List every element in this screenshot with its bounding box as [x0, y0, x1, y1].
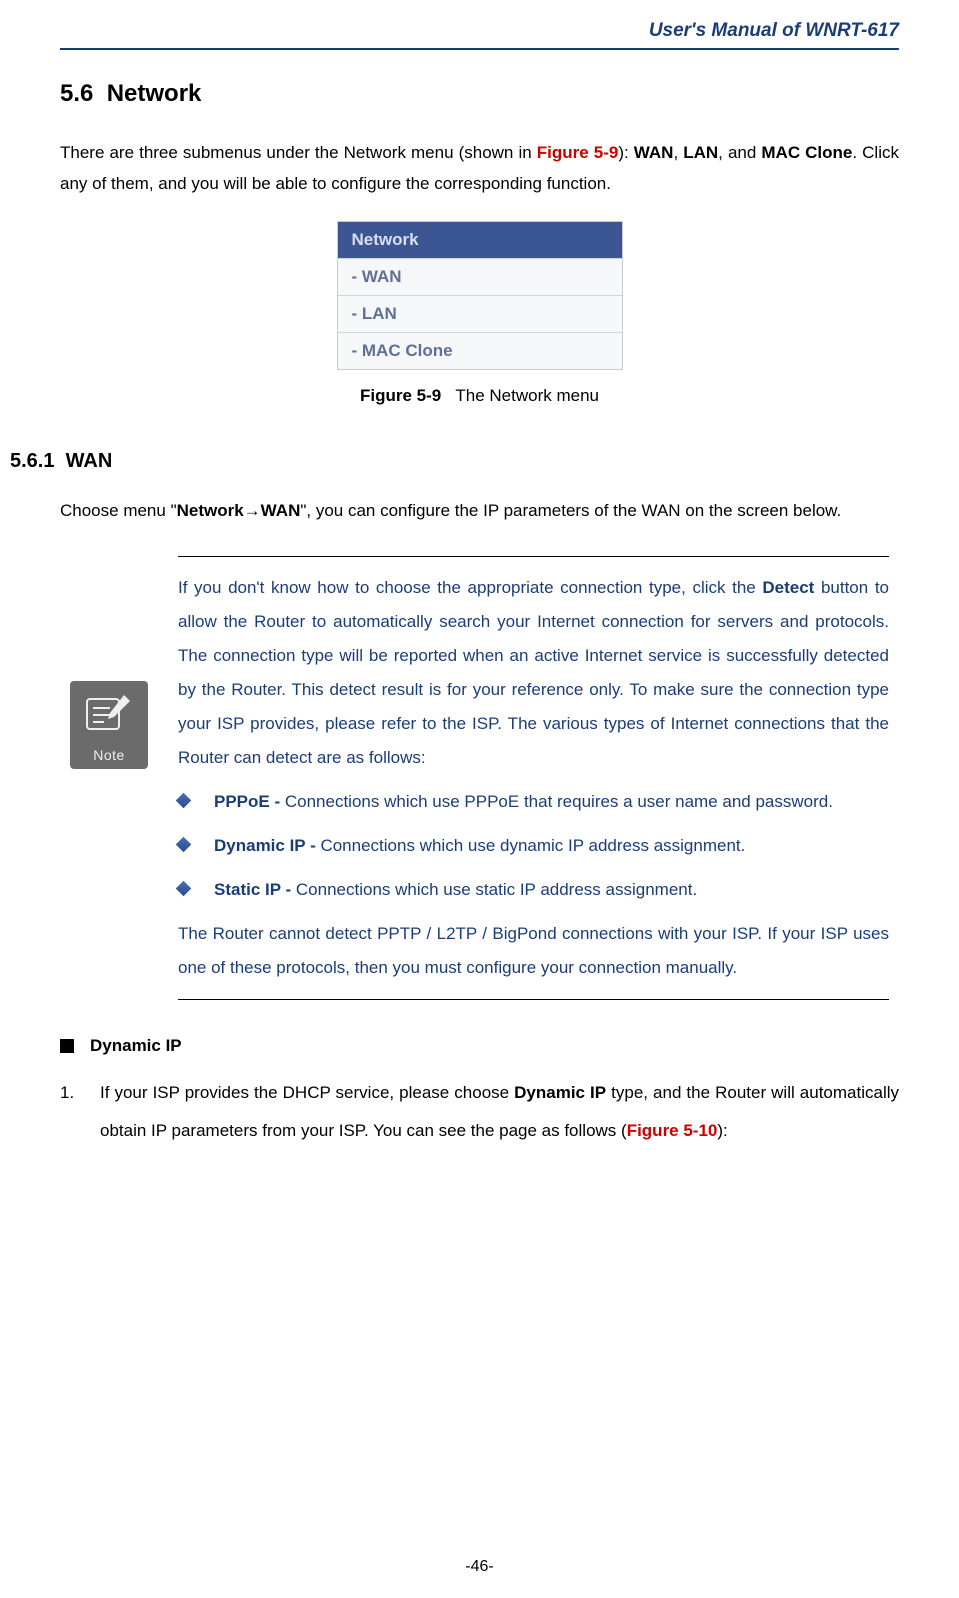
- bullet-body: Connections which use PPPoE that require…: [285, 792, 833, 811]
- term-lan: LAN: [683, 143, 718, 162]
- note-icon: Note: [70, 681, 148, 769]
- note-label: Note: [93, 747, 125, 763]
- note-paragraph-2: The Router cannot detect PPTP / L2TP / B…: [178, 917, 889, 985]
- subsection-intro: Choose menu "Network→WAN", you can confi…: [60, 491, 899, 530]
- detect-button-name: Detect: [762, 578, 814, 597]
- section-title: Network: [107, 80, 202, 107]
- note-text-span: button to allow the Router to automatica…: [178, 578, 889, 767]
- figure-desc: The Network menu: [455, 386, 599, 405]
- term-mac-clone: MAC Clone: [761, 143, 852, 162]
- list-item-1: If your ISP provides the DHCP service, p…: [60, 1074, 899, 1149]
- page-number: -46-: [0, 1558, 959, 1576]
- figure-5-9: Network - WAN - LAN - MAC Clone Figure 5…: [60, 221, 899, 406]
- bullet-title: PPPoE -: [214, 792, 285, 811]
- intro-text: , and: [718, 143, 761, 162]
- bullet-body: Connections which use static IP address …: [296, 880, 697, 899]
- bullet-static-ip: Static IP - Connections which use static…: [178, 873, 889, 907]
- note-paragraph-1: If you don't know how to choose the appr…: [178, 571, 889, 775]
- intro-text: ):: [618, 143, 633, 162]
- menu-header: Network: [338, 222, 622, 258]
- sub-intro-text: ", you can configure the IP parameters o…: [300, 501, 841, 520]
- li-text: If your ISP provides the DHCP service, p…: [100, 1083, 514, 1102]
- figure-caption: Figure 5-9 The Network menu: [60, 386, 899, 406]
- dynamic-ip-heading: Dynamic IP: [60, 1036, 899, 1056]
- note-rule-bottom: [178, 999, 889, 1000]
- note-block: Note If you don't know how to choose the…: [70, 556, 889, 1000]
- note-content: If you don't know how to choose the appr…: [178, 571, 889, 985]
- figure-ref-5-10: Figure 5-10: [627, 1121, 718, 1140]
- menu-item-wan: - WAN: [338, 258, 622, 295]
- numbered-list: If your ISP provides the DHCP service, p…: [60, 1074, 899, 1149]
- notepad-pencil-icon: [84, 693, 132, 735]
- running-header: User's Manual of WNRT-617: [60, 20, 899, 50]
- bullet-body: Connections which use dynamic IP address…: [320, 836, 745, 855]
- section-number: 5.6: [60, 80, 93, 107]
- bullet-pppoe: PPPoE - Connections which use PPPoE that…: [178, 785, 889, 819]
- bullet-dynamic-ip: Dynamic IP - Connections which use dynam…: [178, 829, 889, 863]
- li-text: ):: [717, 1121, 727, 1140]
- dynamic-ip-term: Dynamic IP: [514, 1083, 606, 1102]
- note-bullets: PPPoE - Connections which use PPPoE that…: [178, 785, 889, 907]
- menu-path: Network→WAN: [177, 501, 301, 520]
- network-menu-screenshot: Network - WAN - LAN - MAC Clone: [337, 221, 623, 370]
- bullet-title: Static IP -: [214, 880, 296, 899]
- intro-text: There are three submenus under the Netwo…: [60, 143, 537, 162]
- sub-intro-text: Choose menu ": [60, 501, 177, 520]
- figure-ref-5-9: Figure 5-9: [537, 143, 619, 162]
- term-wan: WAN: [634, 143, 674, 162]
- menu-item-mac-clone: - MAC Clone: [338, 332, 622, 369]
- subsection-title: WAN: [66, 450, 113, 472]
- section-heading: 5.6 Network: [60, 80, 899, 108]
- menu-item-lan: - LAN: [338, 295, 622, 332]
- intro-paragraph: There are three submenus under the Netwo…: [60, 138, 899, 199]
- note-icon-column: Note: [70, 681, 160, 769]
- note-text-span: If you don't know how to choose the appr…: [178, 578, 762, 597]
- bullet-title: Dynamic IP -: [214, 836, 320, 855]
- subsection-number: 5.6.1: [10, 450, 54, 472]
- intro-text: ,: [673, 143, 683, 162]
- subsection-heading: 5.6.1 WAN: [10, 450, 899, 473]
- figure-label: Figure 5-9: [360, 386, 441, 405]
